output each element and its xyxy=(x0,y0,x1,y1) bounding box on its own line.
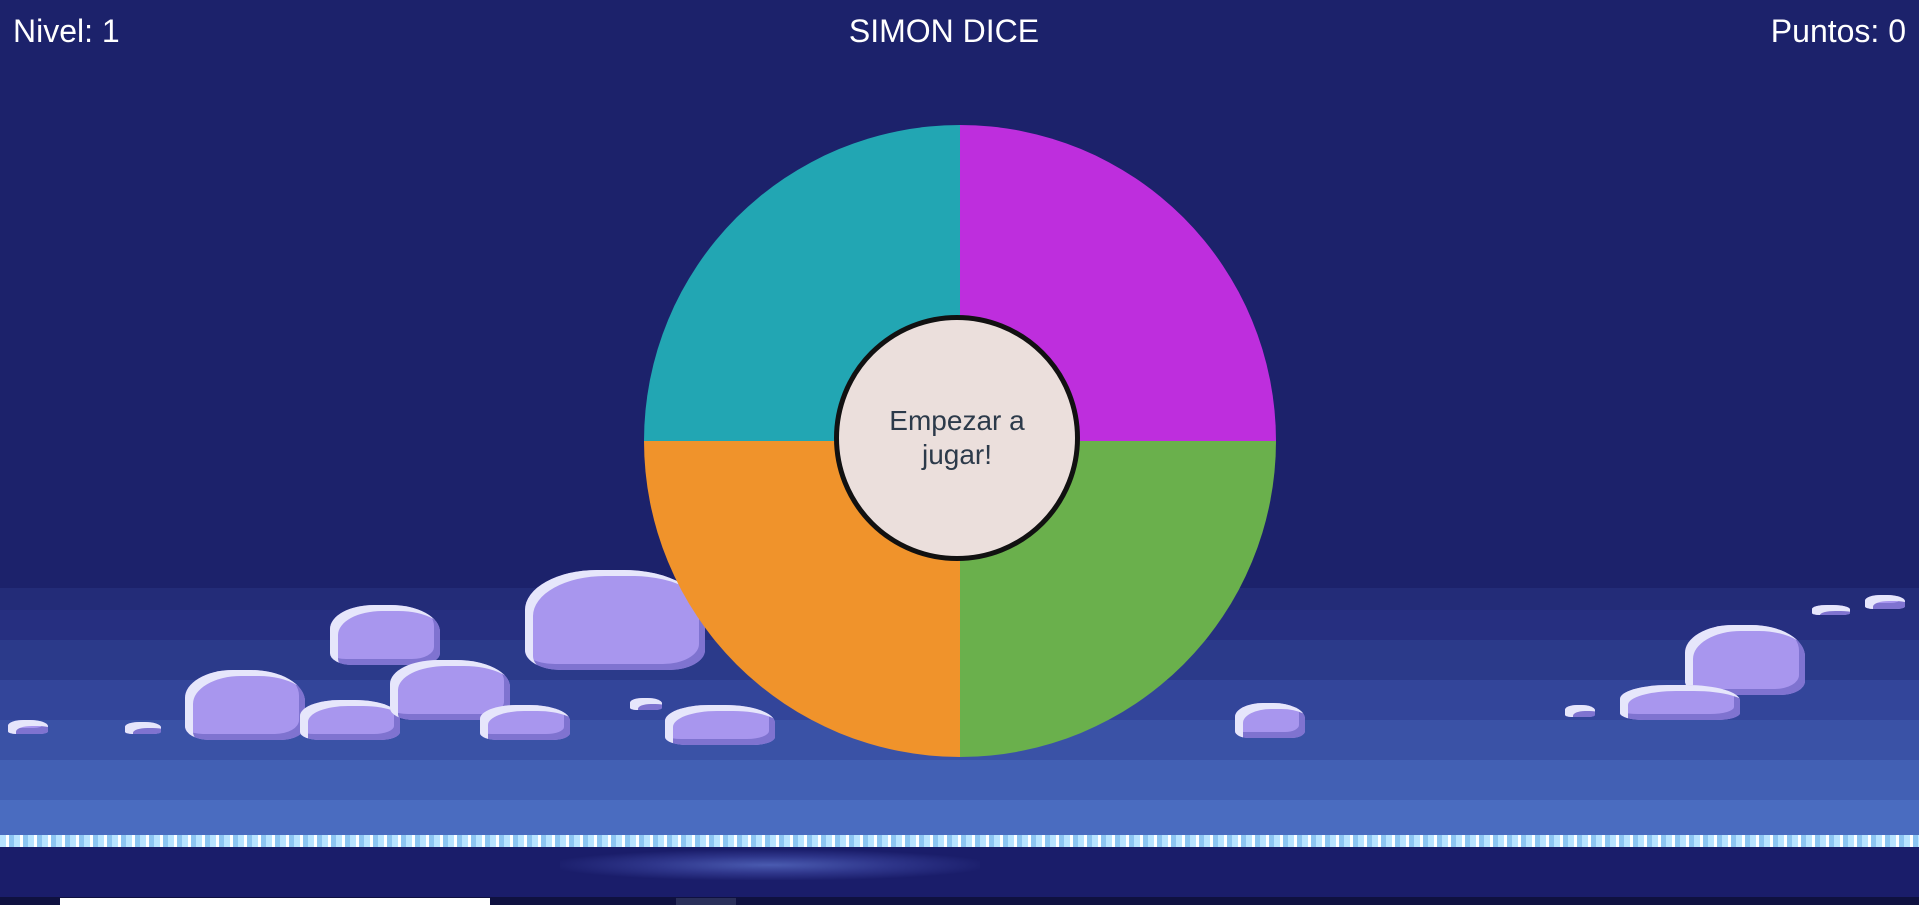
sky-band xyxy=(0,800,1919,835)
game-screen: Nivel: 1 SIMON DICE Puntos: 0 Empezar a … xyxy=(0,0,1919,905)
cloud xyxy=(330,605,440,665)
score-indicator: Puntos: 0 xyxy=(1770,13,1906,49)
cloud xyxy=(1620,685,1740,720)
cloud xyxy=(1565,705,1595,717)
cloud xyxy=(480,705,570,740)
cloud xyxy=(1812,605,1850,615)
horizon-line xyxy=(0,835,1919,847)
cloud xyxy=(1865,595,1905,609)
bottom-strip-highlight xyxy=(60,898,490,905)
sky-band xyxy=(0,760,1919,800)
sea-reflection xyxy=(560,850,980,880)
cloud xyxy=(1685,625,1805,695)
bottom-strip-marker xyxy=(676,898,736,905)
cloud xyxy=(125,722,161,734)
page-title: SIMON DICE xyxy=(848,13,1040,49)
start-game-button[interactable]: Empezar a jugar! xyxy=(834,315,1080,561)
cloud xyxy=(8,720,48,734)
cloud xyxy=(185,670,305,740)
cloud xyxy=(300,700,400,740)
start-game-label: Empezar a jugar! xyxy=(889,405,1025,470)
